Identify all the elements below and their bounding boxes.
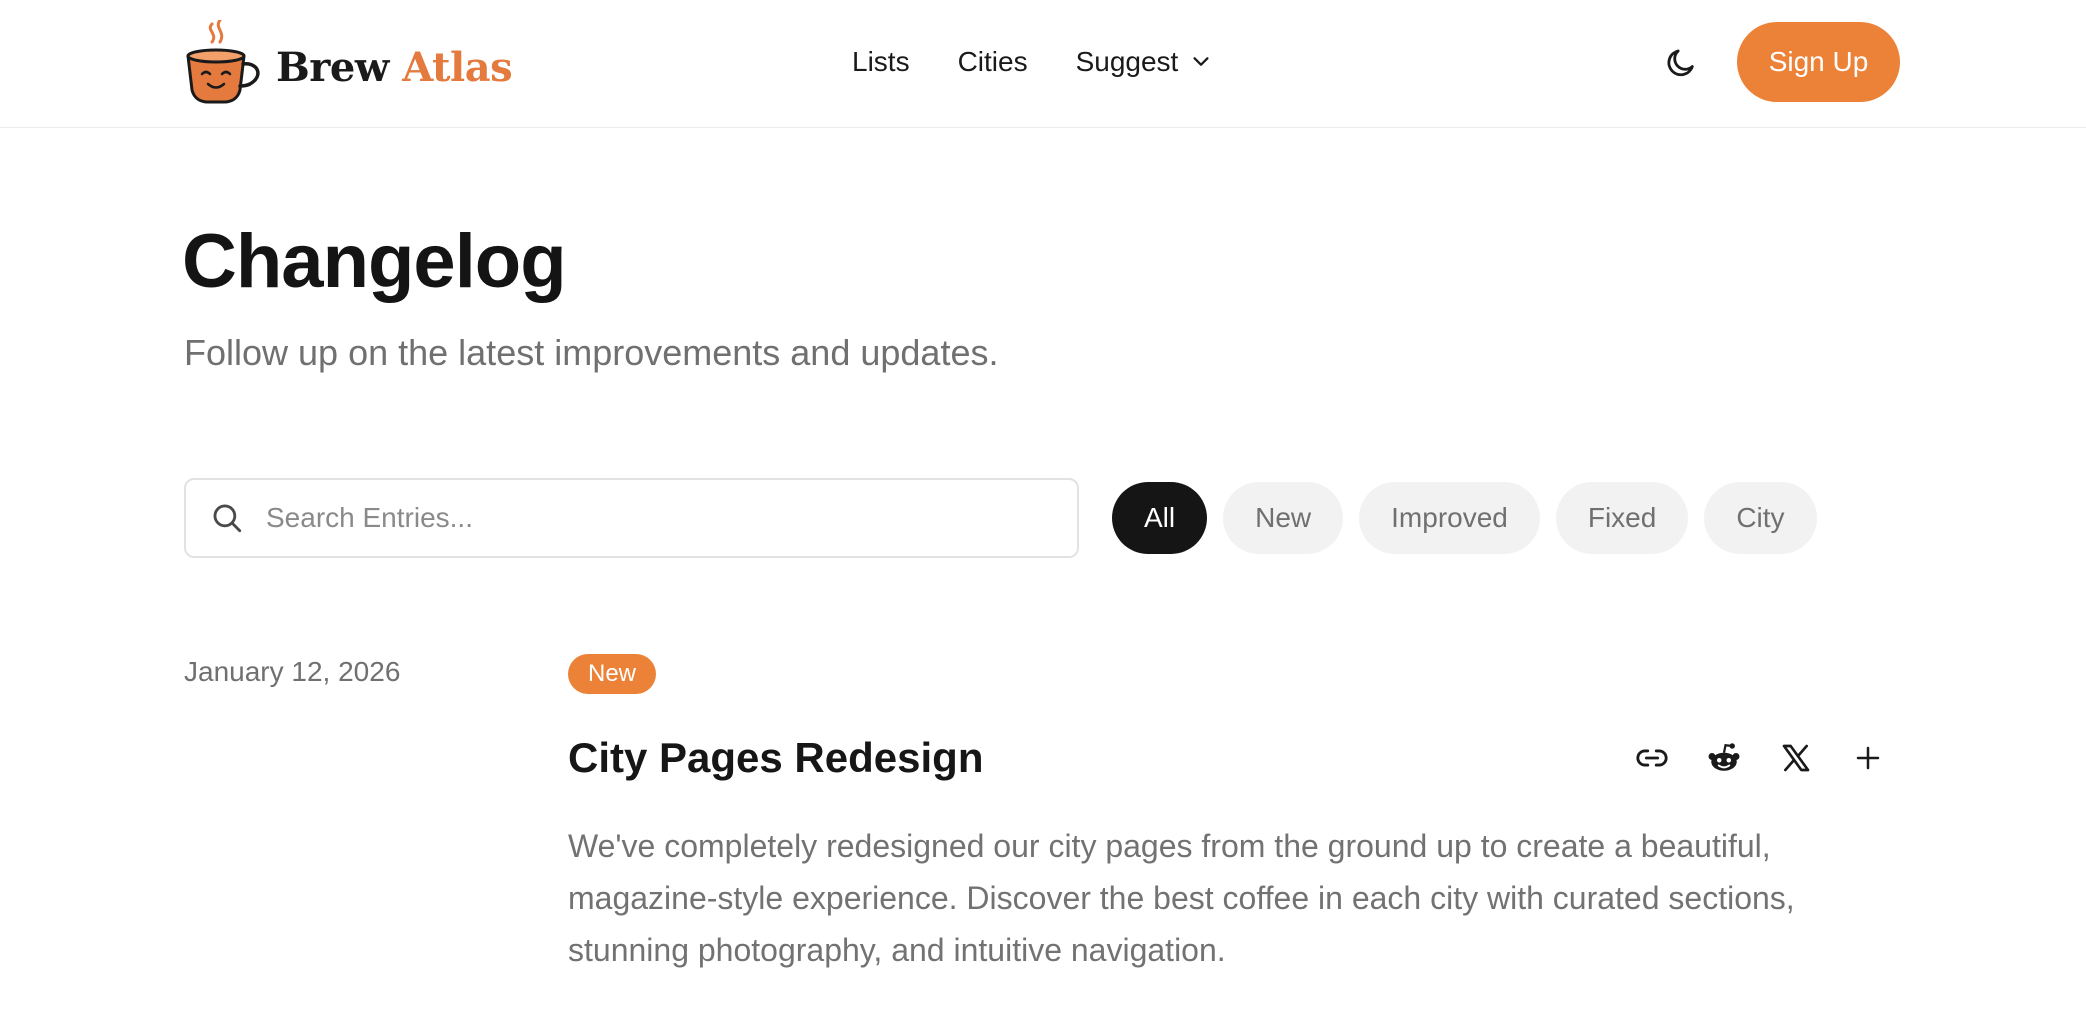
brand-name-part1: Brew bbox=[276, 43, 389, 91]
moon-icon bbox=[1667, 49, 1694, 77]
nav-item-lists[interactable]: Lists bbox=[852, 46, 910, 78]
coffee-cup-logo-icon bbox=[186, 20, 260, 104]
share-actions bbox=[1632, 738, 1888, 778]
brand-name-part2: Atlas bbox=[402, 43, 513, 91]
entry-badge: New bbox=[568, 654, 657, 694]
link-icon bbox=[1636, 749, 1668, 767]
search-input[interactable] bbox=[266, 502, 1026, 534]
search-box bbox=[184, 478, 1079, 558]
reddit-icon bbox=[1708, 743, 1740, 771]
page-title: Changelog bbox=[182, 219, 567, 304]
nav-item-suggest-dropdown[interactable]: Suggest bbox=[1076, 46, 1213, 78]
nav-item-cities[interactable]: Cities bbox=[958, 46, 1028, 78]
plus-icon bbox=[1856, 746, 1880, 770]
main-nav: Lists Cities Suggest bbox=[852, 40, 1212, 84]
share-reddit-button[interactable] bbox=[1704, 738, 1744, 778]
nav-item-label: Lists bbox=[852, 46, 910, 77]
filter-chip-fixed[interactable]: Fixed bbox=[1555, 482, 1689, 554]
page-subtitle: Follow up on the latest improvements and… bbox=[184, 332, 999, 373]
entry-description: We've completely redesigned our city pag… bbox=[568, 828, 1795, 968]
filter-chip-all[interactable]: All bbox=[1112, 482, 1208, 554]
entry-title: City Pages Redesign bbox=[568, 734, 984, 781]
filter-chips: All New Improved Fixed City bbox=[1112, 482, 1833, 554]
filter-chip-improved[interactable]: Improved bbox=[1359, 482, 1540, 554]
sign-up-button[interactable]: Sign Up bbox=[1737, 22, 1900, 102]
search-icon bbox=[213, 504, 242, 533]
nav-item-label: Suggest bbox=[1075, 46, 1179, 77]
entry-date: January 12, 2026 bbox=[184, 656, 401, 687]
brand-logo[interactable]: Brew Atlas bbox=[184, 20, 513, 104]
more-share-button[interactable] bbox=[1848, 738, 1888, 778]
copy-link-button[interactable] bbox=[1632, 738, 1672, 778]
theme-toggle-button[interactable] bbox=[1664, 46, 1698, 80]
filter-chip-new[interactable]: New bbox=[1223, 482, 1344, 554]
site-header: Brew Atlas Lists Cities Suggest Sign Up bbox=[0, 0, 2086, 128]
filter-chip-city[interactable]: City bbox=[1704, 482, 1817, 554]
nav-item-label: Cities bbox=[957, 46, 1028, 77]
x-icon bbox=[1782, 744, 1810, 772]
share-x-button[interactable] bbox=[1776, 738, 1816, 778]
chevron-down-icon bbox=[1193, 57, 1209, 66]
brand-name: Brew Atlas bbox=[276, 43, 513, 91]
